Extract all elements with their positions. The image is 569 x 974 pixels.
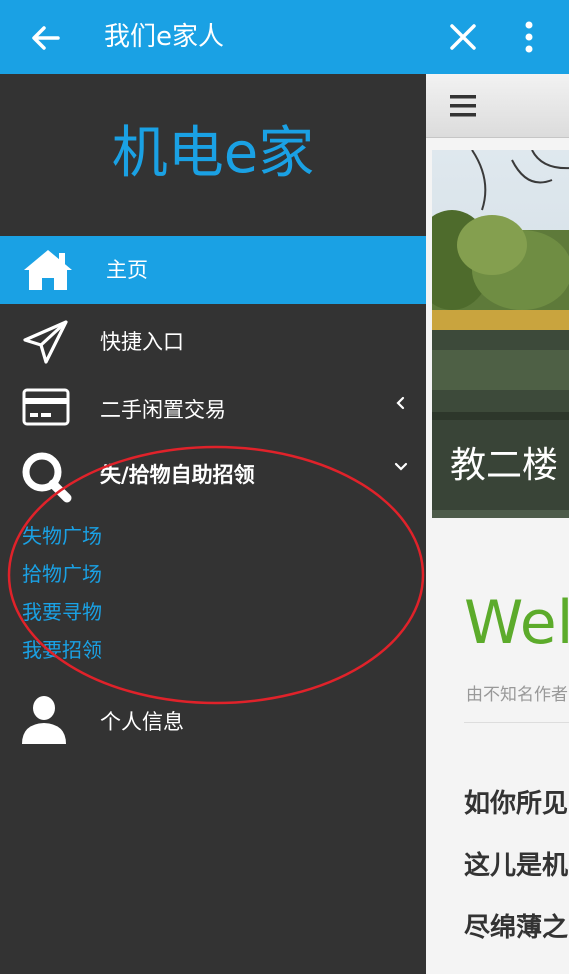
- drawer-item-label: 二手闲置交易: [100, 398, 226, 422]
- annotation-ellipse: [7, 445, 425, 705]
- drawer-brand: 机电e家: [111, 121, 315, 186]
- paper-plane-icon: [23, 320, 68, 364]
- arrow-left-icon[interactable]: [28, 20, 64, 56]
- content-topbar: [426, 74, 569, 138]
- drawer-item-label: 个人信息: [100, 710, 184, 734]
- chevron-left-icon[interactable]: [392, 394, 410, 412]
- drawer-item-shortcuts[interactable]: 快捷入口: [0, 312, 426, 374]
- more-vertical-icon[interactable]: [516, 18, 542, 56]
- drawer-item-label: 快捷入口: [100, 330, 184, 354]
- close-icon[interactable]: [444, 18, 482, 56]
- paragraph-line: 尽绵薄之: [464, 913, 569, 943]
- post-author: 由不知名作者: [466, 685, 568, 705]
- app-title: 我们e家人: [104, 22, 224, 52]
- welcome-heading: Wel: [464, 588, 569, 658]
- drawer-item-home[interactable]: 主页: [0, 236, 426, 304]
- drawer-item-label: 主页: [106, 258, 148, 282]
- app-bar: 我们e家人: [0, 0, 569, 74]
- paragraph-line: 如你所见: [464, 789, 569, 819]
- content-pane: 教二楼 Wel 由不知名作者 如你所见 这儿是机 尽绵薄之: [426, 74, 569, 974]
- drawer-item-secondhand[interactable]: 二手闲置交易: [0, 380, 426, 442]
- credit-card-icon: [22, 388, 70, 426]
- divider: [464, 722, 569, 723]
- paragraph-line: 这儿是机: [464, 851, 569, 881]
- photo-caption: 教二楼: [450, 445, 559, 486]
- hamburger-menu-icon[interactable]: [450, 94, 476, 118]
- home-icon: [24, 250, 72, 290]
